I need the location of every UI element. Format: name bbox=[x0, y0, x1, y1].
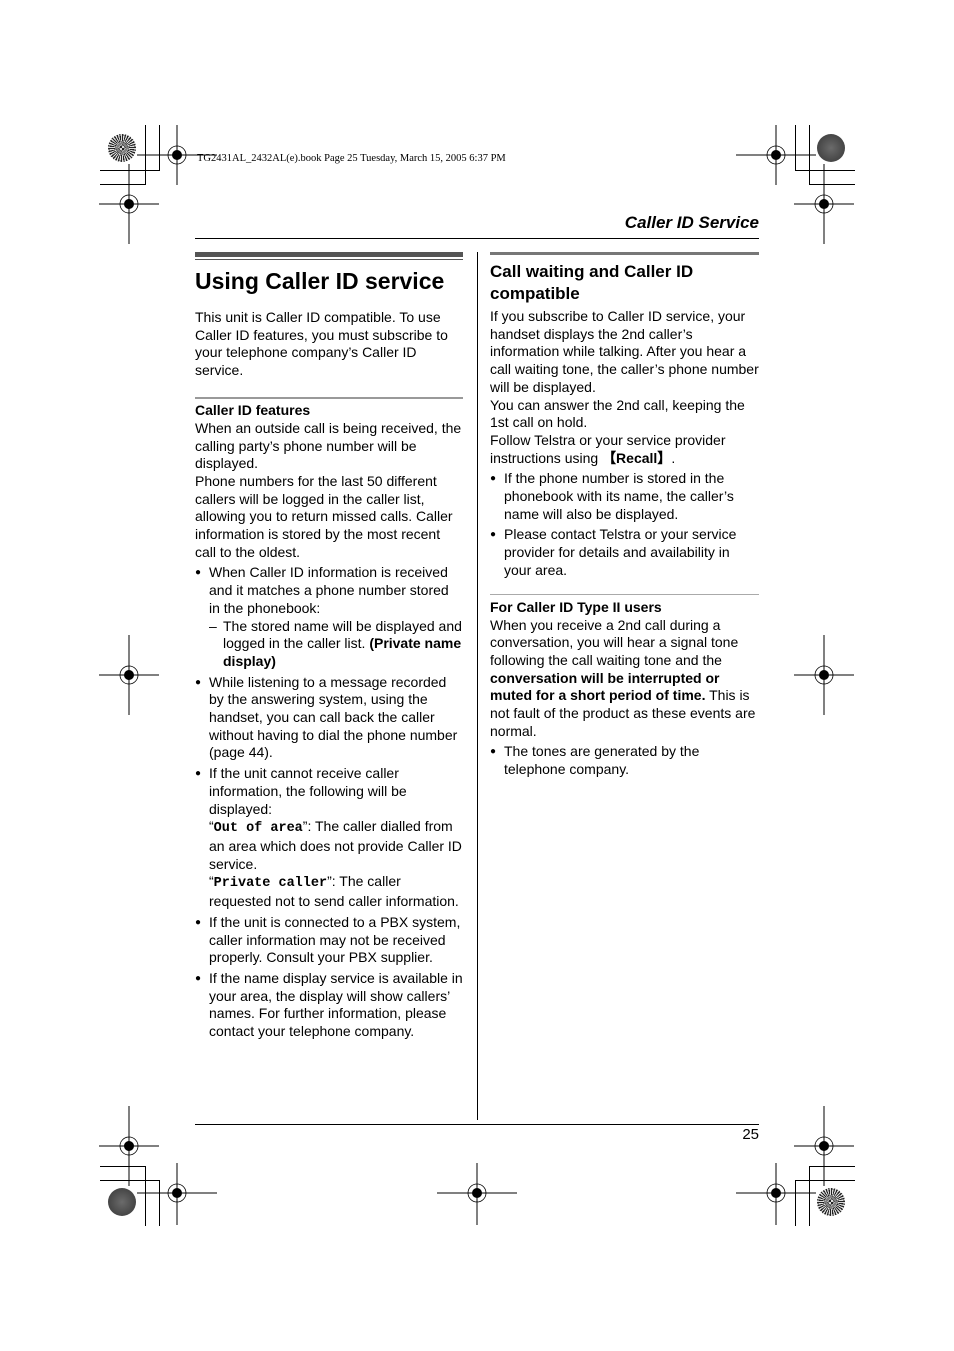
registration-mark-icon bbox=[794, 164, 854, 244]
column-divider bbox=[477, 252, 478, 1120]
display-code-out-of-area: Out of area bbox=[213, 821, 303, 837]
print-slug-line: TG2431AL_2432AL(e).book Page 25 Tuesday,… bbox=[197, 153, 506, 164]
features-bullet-list: When Caller ID information is received a… bbox=[195, 564, 463, 1040]
footer-rule bbox=[195, 1124, 759, 1125]
bullet-text: When Caller ID information is received a… bbox=[209, 564, 449, 616]
header-rule bbox=[195, 238, 759, 239]
section-top-rule bbox=[490, 252, 759, 255]
bullet-text: If the unit is connected to a PBX system… bbox=[209, 913, 461, 966]
crop-mark bbox=[795, 1180, 796, 1226]
registration-mark-icon bbox=[99, 635, 159, 715]
bullet-text: If the unit cannot receive caller inform… bbox=[209, 765, 407, 817]
page-number: 25 bbox=[742, 1126, 759, 1143]
crop-mark bbox=[809, 1166, 855, 1167]
color-bar-disc-bottom-right bbox=[817, 1188, 845, 1216]
section-rule bbox=[490, 593, 759, 595]
title-rule bbox=[195, 259, 463, 260]
call-waiting-paragraph: Follow Telstra or your service provider … bbox=[490, 432, 759, 467]
section-rule bbox=[195, 396, 463, 399]
type2-bold-text: conversation will be interrupted or mute… bbox=[490, 669, 720, 704]
crop-mark bbox=[795, 1180, 855, 1181]
registration-mark-icon bbox=[736, 1163, 816, 1225]
bullet-text: While listening to a message recorded by… bbox=[209, 673, 458, 761]
display-code-private-caller: Private caller bbox=[213, 876, 328, 892]
color-bar-disc-top-left bbox=[108, 134, 136, 162]
recall-key-label: 【Recall】 bbox=[602, 449, 672, 466]
list-item: While listening to a message recorded by… bbox=[195, 674, 463, 763]
registration-mark-icon bbox=[437, 1163, 517, 1225]
call-waiting-bullet-list: If the phone number is stored in the pho… bbox=[490, 470, 759, 579]
page-title: Using Caller ID service bbox=[195, 268, 445, 294]
list-item: When Caller ID information is received a… bbox=[195, 564, 463, 670]
sub-list: The stored name will be displayed and lo… bbox=[209, 618, 463, 671]
crop-mark bbox=[809, 1166, 810, 1226]
list-item: If the name display service is available… bbox=[195, 970, 463, 1041]
running-header: Caller ID Service bbox=[624, 213, 759, 232]
type2-text: When you receive a 2nd call during a con… bbox=[490, 616, 739, 668]
features-paragraph: When an outside call is being received, … bbox=[195, 419, 462, 472]
registration-mark-icon bbox=[794, 635, 854, 715]
color-bar-disc-top-right bbox=[817, 134, 845, 162]
instruction-suffix: . bbox=[671, 449, 676, 466]
bullet-text: If the name display service is available… bbox=[209, 969, 463, 1040]
type2-bullet-list: The tones are generated by the telephone… bbox=[490, 743, 759, 778]
list-item: The tones are generated by the telephone… bbox=[490, 743, 759, 778]
call-waiting-heading: Call waiting and Caller ID compatible bbox=[490, 262, 694, 303]
features-heading: Caller ID features bbox=[195, 401, 311, 418]
list-item: If the unit is connected to a PBX system… bbox=[195, 914, 463, 967]
title-bar bbox=[195, 252, 463, 257]
list-item: If the unit cannot receive caller inform… bbox=[195, 765, 463, 911]
list-item: If the phone number is stored in the pho… bbox=[490, 470, 759, 523]
right-column: Call waiting and Caller ID compatible If… bbox=[490, 252, 759, 782]
intro-paragraph: This unit is Caller ID compatible. To us… bbox=[195, 309, 448, 379]
list-item: Please contact Telstra or your service p… bbox=[490, 526, 759, 579]
list-item: The stored name will be displayed and lo… bbox=[209, 618, 463, 671]
type2-paragraph: When you receive a 2nd call during a con… bbox=[490, 617, 759, 741]
type2-heading: For Caller ID Type II users bbox=[490, 598, 662, 615]
call-waiting-paragraph: If you subscribe to Caller ID service, y… bbox=[490, 308, 759, 395]
left-column: Using Caller ID service This unit is Cal… bbox=[195, 252, 463, 1044]
registration-mark-icon bbox=[99, 164, 159, 244]
call-waiting-paragraph: You can answer the 2nd call, keeping the… bbox=[490, 396, 745, 431]
color-bar-disc-bottom-left bbox=[108, 1188, 136, 1216]
features-paragraph: Phone numbers for the last 50 different … bbox=[195, 472, 453, 560]
registration-mark-icon bbox=[137, 1163, 217, 1225]
